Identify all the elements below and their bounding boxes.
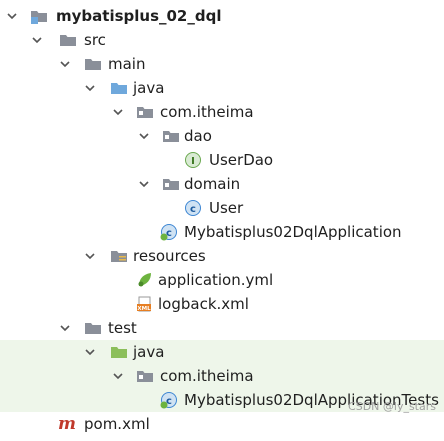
test-root-folder-icon xyxy=(111,347,127,358)
spring-boot-class-icon: c xyxy=(160,224,177,241)
class-icon: c xyxy=(185,200,201,216)
tree-item-label: resources xyxy=(133,247,206,265)
tree-item-java-main[interactable]: java xyxy=(0,76,444,100)
package-icon xyxy=(163,179,179,190)
tree-item-mybatisplus-02-dql[interactable]: mybatisplus_02_dql xyxy=(0,4,444,28)
tree-item-label: dao xyxy=(184,127,212,145)
tree-item-resources[interactable]: resources xyxy=(0,244,444,268)
tree-item-label: com.itheima xyxy=(160,367,254,385)
folder-icon xyxy=(85,323,101,334)
folder-icon xyxy=(85,59,101,70)
tree-item-label: User xyxy=(209,199,244,217)
tree-item-user[interactable]: c User xyxy=(0,196,444,220)
tree-item-label: src xyxy=(84,31,106,49)
folder-icon xyxy=(60,35,76,46)
chevron-down-icon[interactable] xyxy=(59,58,71,70)
chevron-down-icon[interactable] xyxy=(84,82,96,94)
tree-item-label: java xyxy=(133,343,165,361)
tree-item-label: application.yml xyxy=(158,271,274,289)
tree-item-label: domain xyxy=(184,175,241,193)
svg-text:I: I xyxy=(191,156,195,167)
tree-item-logback-xml[interactable]: XML logback.xml xyxy=(0,292,444,316)
tree-item-userdao[interactable]: I UserDao xyxy=(0,148,444,172)
tree-item-test[interactable]: test xyxy=(0,316,444,340)
package-icon xyxy=(163,131,179,142)
tree-item-label: logback.xml xyxy=(158,295,249,313)
tree-item-application-yml[interactable]: application.yml xyxy=(0,268,444,292)
tree-item-com-itheima-test[interactable]: com.itheima xyxy=(0,364,444,388)
chevron-down-icon[interactable] xyxy=(138,178,150,190)
tree-item-label: Mybatisplus02DqlApplication xyxy=(184,223,402,241)
tree-item-pom-xml[interactable]: m pom.xml xyxy=(0,412,444,436)
tree-item-java-test[interactable]: java xyxy=(0,340,444,364)
tree-item-src[interactable]: src xyxy=(0,28,444,52)
tree-item-label: java xyxy=(133,79,165,97)
spring-yml-icon xyxy=(138,273,151,287)
tree-item-dao[interactable]: dao xyxy=(0,124,444,148)
chevron-down-icon[interactable] xyxy=(112,106,124,118)
interface-icon: I xyxy=(185,152,201,168)
maven-icon: m xyxy=(58,414,76,434)
chevron-down-icon[interactable] xyxy=(112,370,124,382)
chevron-down-icon[interactable] xyxy=(84,250,96,262)
tree-item-domain[interactable]: domain xyxy=(0,172,444,196)
svg-text:c: c xyxy=(190,204,196,215)
chevron-down-icon[interactable] xyxy=(6,10,18,22)
chevron-down-icon[interactable] xyxy=(138,130,150,142)
tree-item-label: main xyxy=(108,55,146,73)
tree-item-label: mybatisplus_02_dql xyxy=(56,7,222,25)
tree-item-label: test xyxy=(108,319,137,337)
tree-item-label: com.itheima xyxy=(160,103,254,121)
tree-item-label: UserDao xyxy=(209,151,274,169)
chevron-down-icon[interactable] xyxy=(84,346,96,358)
chevron-down-icon[interactable] xyxy=(59,322,71,334)
resources-folder-icon xyxy=(111,251,127,262)
watermark: CSDN @ly_stars xyxy=(348,400,436,413)
tree-item-mybatisplus02dqlapplication[interactable]: c Mybatisplus02DqlApplication xyxy=(0,220,444,244)
tree-item-main[interactable]: main xyxy=(0,52,444,76)
project-tree: mybatisplus_02_dql src main java com.ith… xyxy=(0,0,444,441)
package-icon xyxy=(137,107,153,118)
spring-boot-test-class-icon: c xyxy=(160,392,177,409)
svg-text:XML: XML xyxy=(137,306,151,312)
tree-item-label: pom.xml xyxy=(84,415,150,433)
tree-item-com-itheima[interactable]: com.itheima xyxy=(0,100,444,124)
xml-file-icon: XML xyxy=(137,296,151,312)
chevron-down-icon[interactable] xyxy=(31,34,43,46)
module-folder-icon xyxy=(31,11,47,24)
source-root-folder-icon xyxy=(111,83,127,94)
package-icon xyxy=(137,371,153,382)
